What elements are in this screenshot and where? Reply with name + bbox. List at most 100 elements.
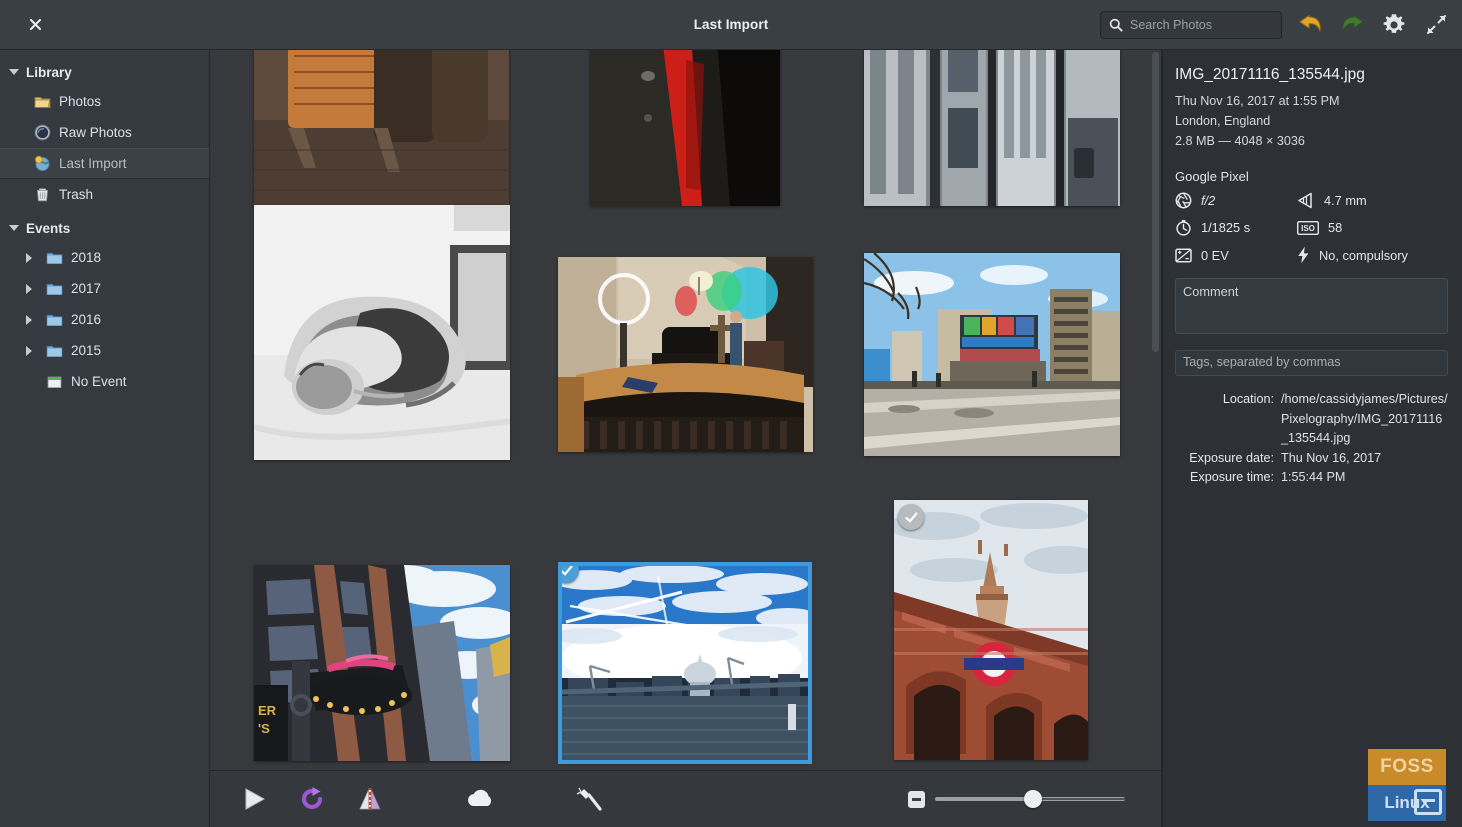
photo-thumbnail[interactable] [558,562,812,764]
comment-field[interactable]: Comment [1175,278,1448,334]
detail-exposure-date-row: Exposure date: Thu Nov 16, 2017 [1175,449,1448,469]
tags-field[interactable]: Tags, separated by commas [1175,350,1448,376]
sidebar-item-label: Trash [59,187,94,202]
photo-grid-area: ER 'S [210,50,1162,827]
photo-thumbnail[interactable] [864,253,1120,456]
svg-text:ISO: ISO [1301,224,1315,233]
sidebar-item-event-2015[interactable]: 2015 [0,335,209,366]
sidebar-group-label: Library [26,64,72,80]
sidebar-item-photos[interactable]: Photos [0,86,209,117]
redo-icon [1341,14,1363,31]
search-input[interactable] [1130,17,1273,32]
sidebar-group-events[interactable]: Events [0,214,209,242]
slider-track-remainder [1030,798,1125,800]
sidebar-item-last-import[interactable]: Last Import [0,148,209,179]
exif-value: f/2 [1201,193,1216,208]
sidebar-item-event-2018[interactable]: 2018 [0,242,209,273]
play-slideshow-icon [245,788,266,810]
sidebar-item-label: 2017 [71,281,102,296]
photo-thumbnail[interactable] [590,50,780,206]
chevron-right-icon [26,314,32,325]
exif-flash: No, compulsory [1297,246,1448,264]
slider-knob[interactable] [1024,790,1043,808]
exif-focal-length: 4.7 mm [1297,192,1448,209]
expander-2017[interactable] [26,283,38,294]
exif-shutter-speed: 1/1825 s [1175,219,1297,236]
search-photos-box[interactable] [1100,10,1282,39]
detail-exposure-time-row: Exposure time: 1:55:44 PM [1175,468,1448,488]
sleeping-cat-image [254,205,510,460]
photo-thumbnail[interactable] [254,50,509,206]
check-icon [562,566,572,575]
header-bar: Last Import [0,0,1462,50]
detail-value: 1:55:44 PM [1281,470,1346,484]
detail-location-row: Location: /home/cassidyjames/Pictures/Pi… [1175,390,1448,449]
church-stage-concert-image [558,257,813,452]
flip-horizontal-icon [359,788,381,810]
settings-button[interactable] [1380,11,1408,39]
fullscreen-button[interactable] [1422,11,1450,39]
no-event-icon [46,373,63,390]
exif-value: 4.7 mm [1324,193,1367,208]
enhance-wand-icon [576,787,602,811]
photo-thumbnail[interactable] [558,257,813,452]
sidebar-item-label: 2016 [71,312,102,327]
exif-value: 0 EV [1201,247,1229,263]
sidebar-item-label: Last Import [59,156,127,171]
flash-icon [1298,246,1309,264]
publish-button[interactable] [462,781,498,817]
red-scarf-dark-coat-image [590,50,780,206]
photo-grid[interactable]: ER 'S [210,50,1161,770]
exif-grid: f/2 4.7 mm 1/1825 s ISO 58 0 EV No, comp… [1175,192,1448,264]
metadata-panel: IMG_20171116_135544.jpg Thu Nov 16, 2017… [1162,50,1462,827]
thumbnail-size-slider[interactable] [935,790,1125,808]
play-slideshow-button[interactable] [236,781,272,817]
flip-button[interactable] [352,781,388,817]
chevron-right-icon [26,283,32,294]
exif-value: No, compulsory [1319,247,1408,263]
sidebar-item-event-2016[interactable]: 2016 [0,304,209,335]
photo-filename: IMG_20171116_135544.jpg [1175,66,1365,83]
svg-text:ER: ER [258,703,277,718]
photo-checkbox-checked[interactable] [898,504,924,530]
expander-2016[interactable] [26,314,38,325]
sidebar-item-event-2017[interactable]: 2017 [0,273,209,304]
sidebar-item-no-event[interactable]: No Event [0,366,209,397]
expander-2015[interactable] [26,345,38,356]
close-icon [29,18,41,31]
enhance-button[interactable] [572,781,608,817]
photo-thumbnail[interactable] [254,205,510,460]
sidebar: Library Photos Raw Photos Last Import Tr… [0,50,210,827]
exif-value: 58 [1328,220,1343,235]
sidebar-item-raw-photos[interactable]: Raw Photos [0,117,209,148]
photo-datetime: Thu Nov 16, 2017 at 1:55 PM [1175,94,1340,108]
chevron-right-icon [26,252,32,263]
shotwell-window: Last Import Search Photos Library Photos… [0,0,1462,827]
theater-marquee-image: ER 'S [254,565,510,761]
undo-button[interactable] [1296,11,1324,39]
photo-thumbnail[interactable] [894,500,1088,760]
redo-button[interactable] [1338,11,1366,39]
sidebar-item-label: 2015 [71,343,102,358]
main-body: Library Photos Raw Photos Last Import Tr… [0,50,1462,827]
close-window-button[interactable] [22,12,48,38]
aperture-icon [1175,192,1192,209]
exif-aperture: f/2 [1175,192,1297,209]
rotate-button[interactable] [294,781,330,817]
photo-thumbnail[interactable] [864,50,1120,206]
publish-cloud-icon [468,789,492,806]
check-icon [904,512,917,522]
trash-icon [34,186,51,203]
expander-2018[interactable] [26,252,38,263]
sidebar-item-trash[interactable]: Trash [0,179,209,210]
zoom-out-button[interactable] [908,790,925,808]
chevron-down-icon [9,225,19,231]
folder-icon [46,342,63,359]
photo-thumbnail[interactable]: ER 'S [254,565,510,761]
grid-scrollbar[interactable] [1152,52,1159,352]
detail-value: /home/cassidyjames/Pictures/Pixelography… [1281,392,1448,445]
city-buildings-street-image [864,50,1120,206]
st-pancras-clocktower-image [894,500,1088,760]
sidebar-group-library[interactable]: Library [0,58,209,86]
gear-icon [1383,13,1405,33]
